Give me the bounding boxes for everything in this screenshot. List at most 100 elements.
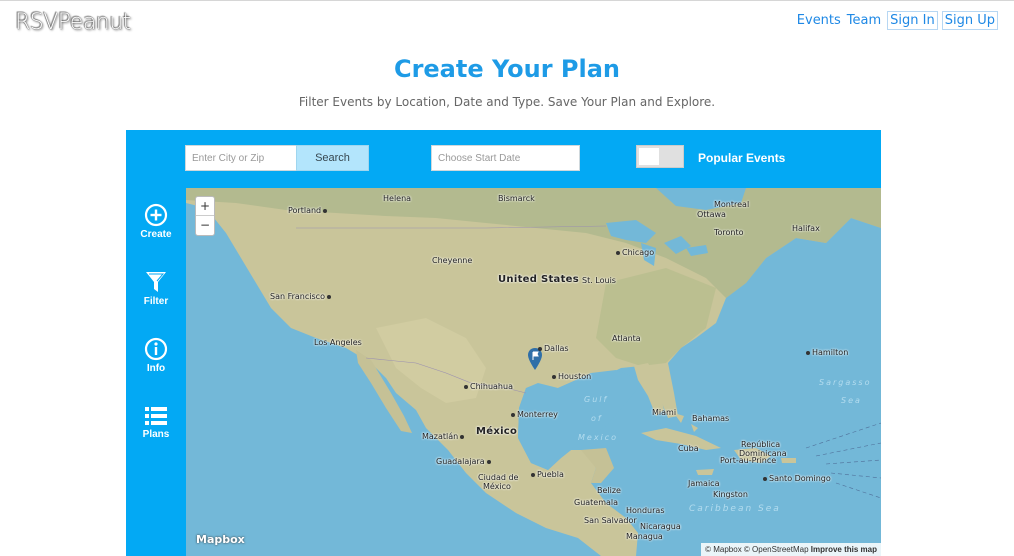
planner-panel: Search Popular Events Create Filter Info [126, 130, 881, 556]
city-dot [323, 208, 328, 213]
map-label: Portland [288, 206, 328, 215]
map-label-text: Dallas [544, 344, 569, 353]
map-label: Hamilton [806, 348, 848, 357]
nav-events-link[interactable]: Events [797, 11, 841, 30]
map-label-text: Chicago [622, 248, 655, 257]
map-label: Halifax [792, 224, 820, 233]
plus-circle-icon [144, 203, 168, 227]
map-label: Los Angeles [314, 338, 362, 347]
osm-attribution-link[interactable]: © OpenStreetMap [744, 545, 809, 554]
city-dot [552, 374, 556, 379]
map-label: Dallas [538, 344, 569, 353]
map-label: Miami [652, 408, 677, 417]
map-label: San Francisco [270, 292, 331, 301]
map-basemap [186, 188, 881, 556]
sidebar-item-plans[interactable]: Plans [126, 405, 186, 440]
map-label-text: Guadalajara [436, 457, 485, 466]
map-label: Managua [626, 532, 663, 541]
improve-map-link[interactable]: Improve this map [811, 545, 877, 554]
map-label: Sargasso [819, 378, 872, 387]
page-title: Create Your Plan [393, 55, 621, 83]
top-nav: Events Team Sign In Sign Up [797, 11, 998, 30]
info-circle-icon [144, 337, 168, 361]
map-label-text: Portland [288, 206, 322, 215]
map-label-text: San Francisco [270, 292, 325, 301]
map-label-text: Houston [558, 372, 592, 381]
map-label: Cuba [678, 444, 699, 453]
city-dot [326, 294, 331, 299]
sidebar-item-info[interactable]: Info [126, 337, 186, 374]
popular-events-toggle[interactable] [636, 145, 684, 168]
city-dot [531, 472, 535, 477]
sidebar-item-label: Create [140, 229, 172, 240]
map-label: Gulf [584, 395, 609, 404]
search-button[interactable]: Search [296, 145, 369, 171]
city-zip-input[interactable] [185, 145, 297, 171]
map-label: Bismarck [498, 194, 535, 203]
funnel-icon [146, 272, 166, 292]
sidebar-item-label: Info [146, 363, 166, 374]
map-label: Monterrey [511, 410, 558, 419]
map-label: Kingston [713, 490, 748, 499]
map-label: San Salvador [584, 516, 637, 525]
map-label: Santo Domingo [763, 474, 831, 483]
map-label: Guadalajara [436, 457, 491, 466]
map-label: Ciudad de [478, 473, 519, 482]
city-dot [486, 459, 491, 464]
sidebar-item-label: Plans [142, 429, 170, 440]
map-label: Puebla [531, 470, 564, 479]
map-label: of [591, 414, 603, 423]
city-dot [763, 476, 767, 481]
top-divider [0, 0, 1014, 1]
list-icon [145, 407, 167, 425]
map-label: Port-au-Prince [720, 456, 777, 465]
city-dot [464, 384, 468, 389]
city-dot [511, 412, 515, 417]
map-label: Sea [841, 396, 862, 405]
nav-team-link[interactable]: Team [847, 11, 881, 30]
page-subtitle: Filter Events by Location, Date and Type… [298, 95, 716, 109]
zoom-control: + − [195, 196, 215, 236]
map-label: Cheyenne [432, 256, 473, 265]
map-label: Atlanta [612, 334, 641, 343]
start-date-input[interactable] [431, 145, 580, 171]
sidebar-item-label: Filter [143, 296, 169, 307]
map-label: Ottawa [697, 210, 726, 219]
logo[interactable]: RSVPeanut [15, 10, 131, 35]
mapbox-attribution-link[interactable]: © Mapbox [705, 545, 742, 554]
map-label-text: Monterrey [517, 410, 558, 419]
map-label: Belize [597, 486, 621, 495]
sidebar-item-filter[interactable]: Filter [126, 270, 186, 307]
toggle-knob [639, 148, 659, 165]
map-label: Guatemala [574, 498, 619, 507]
map-label: Nicaragua [640, 522, 681, 531]
map-label: Caribbean Sea [689, 504, 781, 514]
city-dot [538, 346, 542, 351]
map-label-text: Puebla [537, 470, 564, 479]
map-label: United States [498, 274, 580, 285]
map-label: Montreal [714, 200, 750, 209]
map-label: Helena [383, 194, 412, 203]
map-label: Jamaica [688, 479, 720, 488]
map-label: Toronto [714, 228, 744, 237]
map-label: México [483, 482, 511, 491]
sign-up-button[interactable]: Sign Up [941, 11, 998, 30]
sign-in-button[interactable]: Sign In [887, 11, 938, 30]
map-label: Houston [552, 372, 591, 381]
map-label: México [476, 426, 518, 437]
mapbox-logo[interactable]: Mapbox [196, 533, 245, 546]
map-label: Chicago [616, 248, 654, 257]
map-label: St. Louis [582, 276, 616, 285]
map-label: Mazatlán [422, 432, 465, 441]
zoom-out-button[interactable]: − [196, 216, 214, 235]
map-label-text: Hamilton [812, 348, 849, 357]
popular-events-label: Popular Events [698, 151, 786, 165]
map-label: República [741, 440, 781, 449]
map-label: Bahamas [692, 414, 730, 423]
map-canvas[interactable]: + − Helena Bismarck Montreal Portland Ot… [186, 188, 881, 556]
map-label-text: Chihuahua [470, 382, 513, 391]
city-dot [460, 434, 465, 439]
zoom-in-button[interactable]: + [196, 197, 214, 216]
sidebar-item-create[interactable]: Create [126, 203, 186, 240]
map-label: Mexico [578, 433, 619, 442]
